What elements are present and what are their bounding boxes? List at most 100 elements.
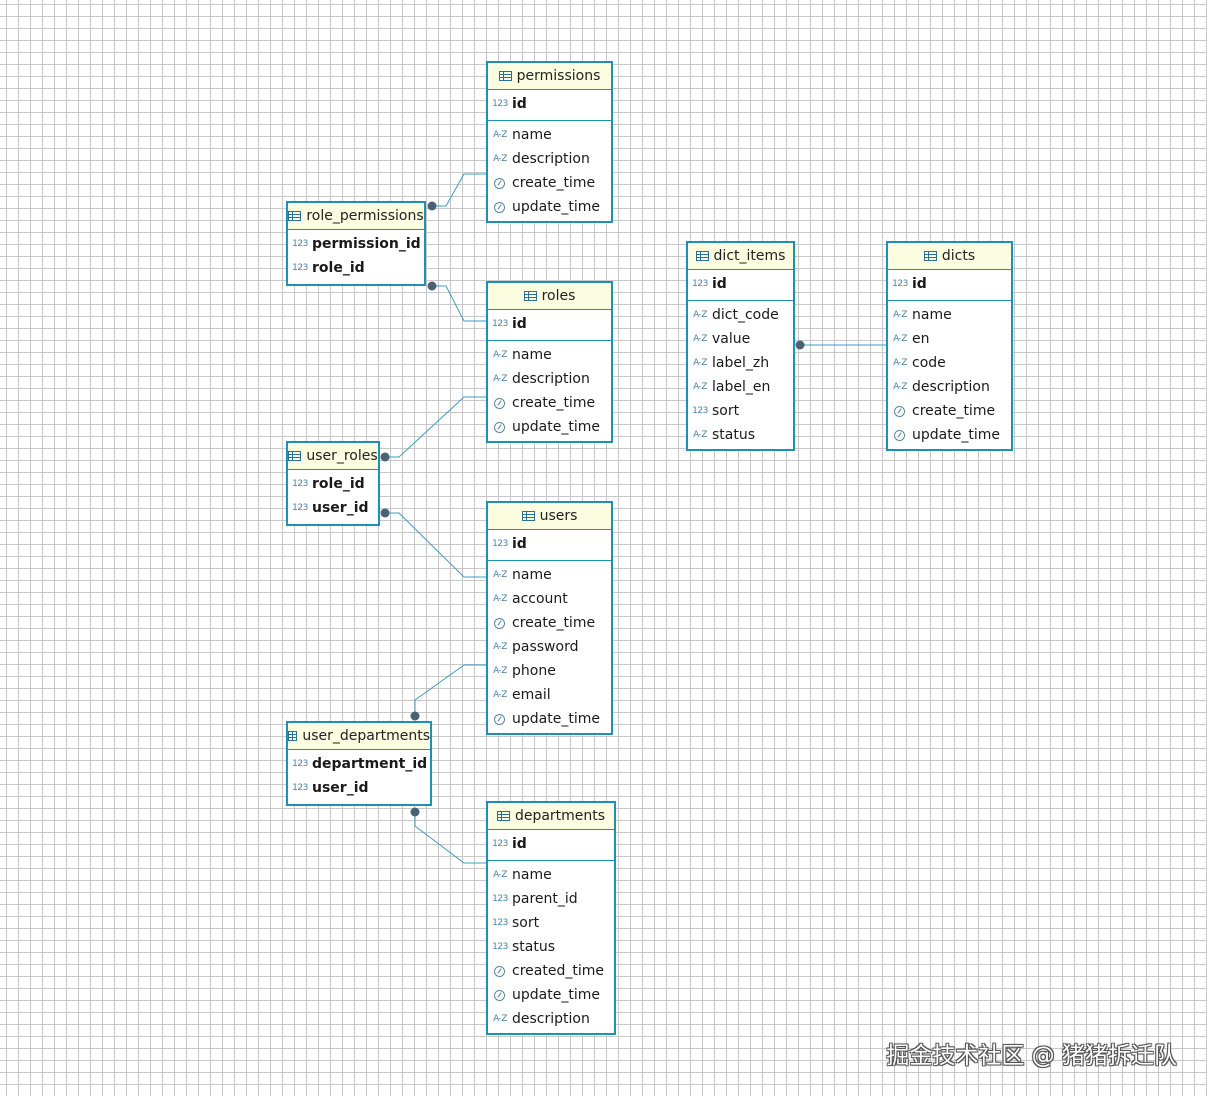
entity-header[interactable]: dicts [888,243,1011,270]
entity-user-departments[interactable]: user_departments 123 department_id 123 user_… [286,721,432,806]
field-row-department-id[interactable]: 123 department_id [288,752,430,776]
field-name: description [512,151,590,167]
field-row-name[interactable]: A-Z name [488,343,611,367]
field-row-update-time[interactable]: update_time [488,707,611,731]
field-name: status [712,427,756,443]
field-row-id[interactable]: 123 id [488,92,611,116]
entity-header[interactable]: role_permissions [288,203,424,230]
field-row-created-time[interactable]: created_time [488,959,614,983]
numeric-type-icon: 123 [892,279,908,289]
field-row-create-time[interactable]: create_time [488,391,611,415]
datetime-type-icon [494,177,505,189]
field-row-id[interactable]: 123 id [488,832,614,856]
field-row-id[interactable]: 123 id [488,532,611,556]
entity-roles[interactable]: roles 123 id A-Z name A-Z description create_ti… [486,281,613,443]
field-row-update-time[interactable]: update_time [488,415,611,439]
fields-section: A-Z name A-Z description create_time update_t… [488,121,611,221]
field-row-id[interactable]: 123 id [488,312,611,336]
field-name: en [912,331,930,347]
entity-user-roles[interactable]: user_roles 123 role_id 123 user_id [286,441,380,526]
entity-role-permissions[interactable]: role_permissions 123 permission_id 123 role_… [286,201,426,286]
field-row-description[interactable]: A-Z description [488,147,611,171]
text-type-icon: A-Z [893,358,907,368]
field-row-id[interactable]: 123 id [888,272,1011,296]
field-name: sort [712,403,740,419]
text-type-icon: A-Z [693,310,707,320]
entity-header[interactable]: dict_items [688,243,793,270]
field-row-label-en[interactable]: A-Z label_en [688,375,793,399]
field-row-code[interactable]: A-Z code [888,351,1011,375]
entity-title: role_permissions [306,208,424,224]
field-row-name[interactable]: A-Z name [488,863,614,887]
datetime-type-icon [894,429,905,441]
field-row-description[interactable]: A-Z description [488,367,611,391]
relation-line-user-departments-to-users[interactable] [414,664,486,716]
relation-endpoint-dot [427,201,437,211]
er-diagram-canvas[interactable]: permissions 123 id A-Z name A-Z description cre… [0,0,1207,1096]
field-row-update-time[interactable]: update_time [488,195,611,219]
relation-line-role-permissions-to-roles[interactable] [432,285,486,322]
table-icon [288,211,302,221]
field-name: permission_id [312,236,421,252]
field-row-sort[interactable]: 123 sort [688,399,793,423]
relation-endpoint-dot [427,281,437,291]
field-row-phone[interactable]: A-Z phone [488,659,611,683]
field-row-status[interactable]: A-Z status [688,423,793,447]
relation-line-role-permissions-to-permissions[interactable] [432,173,486,207]
field-row-user-id[interactable]: 123 user_id [288,776,430,800]
datetime-type-icon [494,421,505,433]
entity-dict-items[interactable]: dict_items 123 id A-Z dict_code A-Z value A-Z la… [686,241,795,451]
field-name: name [912,307,952,323]
field-row-account[interactable]: A-Z account [488,587,611,611]
field-row-name[interactable]: A-Z name [488,123,611,147]
field-row-create-time[interactable]: create_time [888,399,1011,423]
field-row-value[interactable]: A-Z value [688,327,793,351]
field-row-description[interactable]: A-Z description [888,375,1011,399]
field-name: create_time [512,175,596,191]
field-row-en[interactable]: A-Z en [888,327,1011,351]
field-row-label-zh[interactable]: A-Z label_zh [688,351,793,375]
numeric-type-icon: 123 [292,239,308,249]
entity-departments[interactable]: departments 123 id A-Z name 123 parent_id 123 so… [486,801,616,1035]
entity-header[interactable]: user_roles [288,443,378,470]
field-name: description [912,379,990,395]
text-type-icon: A-Z [493,154,507,164]
field-row-email[interactable]: A-Z email [488,683,611,707]
entity-header[interactable]: user_departments [288,723,430,750]
field-row-password[interactable]: A-Z password [488,635,611,659]
field-name: create_time [512,395,596,411]
field-row-update-time[interactable]: update_time [888,423,1011,447]
relation-line-user-roles-to-roles[interactable] [385,396,486,458]
entity-header[interactable]: permissions [488,63,611,90]
field-row-user-id[interactable]: 123 user_id [288,496,378,520]
field-row-status[interactable]: 123 status [488,935,614,959]
field-name: phone [512,663,556,679]
field-row-parent-id[interactable]: 123 parent_id [488,887,614,911]
entity-users[interactable]: users 123 id A-Z name A-Z account create_time A-… [486,501,613,735]
relation-line-user-departments-to-departments[interactable] [414,812,486,864]
field-row-id[interactable]: 123 id [688,272,793,296]
text-type-icon: A-Z [893,334,907,344]
watermark: 掘金技术社区 @ 猪猪拆迁队 [886,1043,1177,1069]
field-row-create-time[interactable]: create_time [488,611,611,635]
field-row-name[interactable]: A-Z name [488,563,611,587]
entity-header[interactable]: departments [488,803,614,830]
field-row-dict-code[interactable]: A-Z dict_code [688,303,793,327]
entity-permissions[interactable]: permissions 123 id A-Z name A-Z description cre… [486,61,613,223]
entity-title: users [539,508,578,524]
entity-title: dicts [941,248,976,264]
field-row-permission-id[interactable]: 123 permission_id [288,232,424,256]
field-row-update-time[interactable]: update_time [488,983,614,1007]
entity-header[interactable]: roles [488,283,611,310]
entity-header[interactable]: users [488,503,611,530]
field-row-create-time[interactable]: create_time [488,171,611,195]
field-row-role-id[interactable]: 123 role_id [288,472,378,496]
field-row-name[interactable]: A-Z name [888,303,1011,327]
field-row-description[interactable]: A-Z description [488,1007,614,1031]
text-type-icon: A-Z [893,310,907,320]
field-row-role-id[interactable]: 123 role_id [288,256,424,280]
field-row-sort[interactable]: 123 sort [488,911,614,935]
fields-section: A-Z name 123 parent_id 123 sort 123 status creat… [488,861,614,1033]
entity-dicts[interactable]: dicts 123 id A-Z name A-Z en A-Z code A-Z descript… [886,241,1013,451]
relation-line-user-roles-to-users[interactable] [385,512,486,578]
